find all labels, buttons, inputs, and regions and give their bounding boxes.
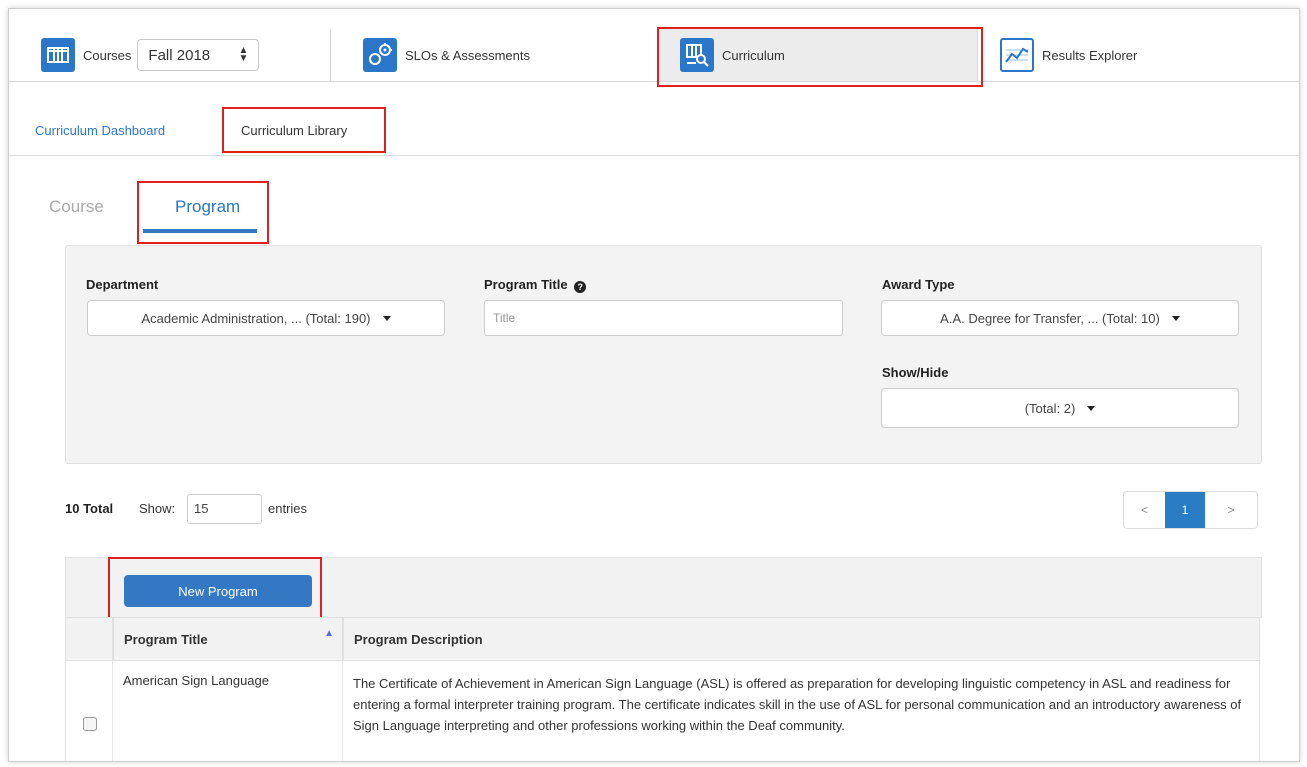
entries-label: entries [268,501,308,516]
slos-icon [363,38,397,72]
curriculum-label: Curriculum [722,47,785,63]
pagination: < 1 > [1123,491,1258,529]
new-program-button[interactable]: New Program [124,575,312,607]
tab-course[interactable]: Course [49,197,104,217]
filter-panel: Department Academic Administration, ... … [65,245,1262,464]
nav-results-explorer[interactable]: Results Explorer [978,29,1299,81]
caret-down-icon [1087,405,1096,411]
app-frame: Courses Fall 2018 ▲ ▼ SLOs & Assessments … [8,8,1300,762]
sort-ascending-icon[interactable]: ▲ [324,628,334,639]
program-title-input[interactable] [484,300,843,336]
department-label: Department [86,277,159,292]
updown-icon: ▲ ▼ [238,45,249,64]
page-size-input[interactable]: 15 [187,494,262,524]
program-title-label: Program Title ? [484,277,587,293]
tab-curriculum-dashboard[interactable]: Curriculum Dashboard [35,123,165,138]
semester-value: Fall 2018 [148,46,211,64]
table-row-checkbox-cell [65,661,113,761]
select-column-header [65,617,113,661]
department-select[interactable]: Academic Administration, ... (Total: 190… [87,300,445,336]
total-count: 10 Total [65,501,114,516]
column-header-program-title[interactable]: Program Title ▲ [113,617,343,661]
caret-down-icon [382,315,391,321]
nav-courses[interactable]: Courses Fall 2018 ▲ ▼ [9,29,331,81]
curriculum-icon [680,38,714,72]
results-explorer-label: Results Explorer [1042,47,1138,63]
caret-down-icon [1171,315,1180,321]
award-type-label: Award Type [882,277,955,292]
results-explorer-icon [1000,38,1034,72]
tab-curriculum-library[interactable]: Curriculum Library [241,123,347,138]
nav-slos[interactable]: SLOs & Assessments [331,29,658,81]
prev-page-button[interactable]: < [1124,492,1165,528]
show-hide-select[interactable]: (Total: 2) [881,388,1239,428]
award-type-value: A.A. Degree for Transfer, ... (Total: 10… [940,310,1160,326]
courses-label: Courses [83,47,132,63]
semester-select[interactable]: Fall 2018 ▲ ▼ [137,39,260,71]
page-1-button[interactable]: 1 [1165,492,1205,528]
show-hide-value: (Total: 2) [1024,400,1076,416]
curriculum-subtabs: Curriculum Dashboard Curriculum Library [9,109,1299,156]
table-row-title[interactable]: American Sign Language [113,661,343,761]
slos-label: SLOs & Assessments [405,47,530,63]
department-value: Academic Administration, ... (Total: 190… [141,310,371,326]
courses-icon [41,38,75,72]
column-header-program-description[interactable]: Program Description [343,617,1260,661]
tab-active-indicator [143,229,257,233]
table-row-description: The Certificate of Achievement in Americ… [343,661,1260,761]
row-checkbox[interactable] [83,717,97,731]
help-icon[interactable]: ? [574,281,587,293]
nav-curriculum[interactable]: Curriculum [658,29,978,81]
show-hide-label: Show/Hide [882,365,949,380]
top-nav: Courses Fall 2018 ▲ ▼ SLOs & Assessments … [9,29,1299,82]
award-type-select[interactable]: A.A. Degree for Transfer, ... (Total: 10… [881,300,1239,336]
next-page-button[interactable]: > [1205,492,1257,528]
show-label: Show: [139,501,176,516]
tab-program[interactable]: Program [175,197,240,217]
